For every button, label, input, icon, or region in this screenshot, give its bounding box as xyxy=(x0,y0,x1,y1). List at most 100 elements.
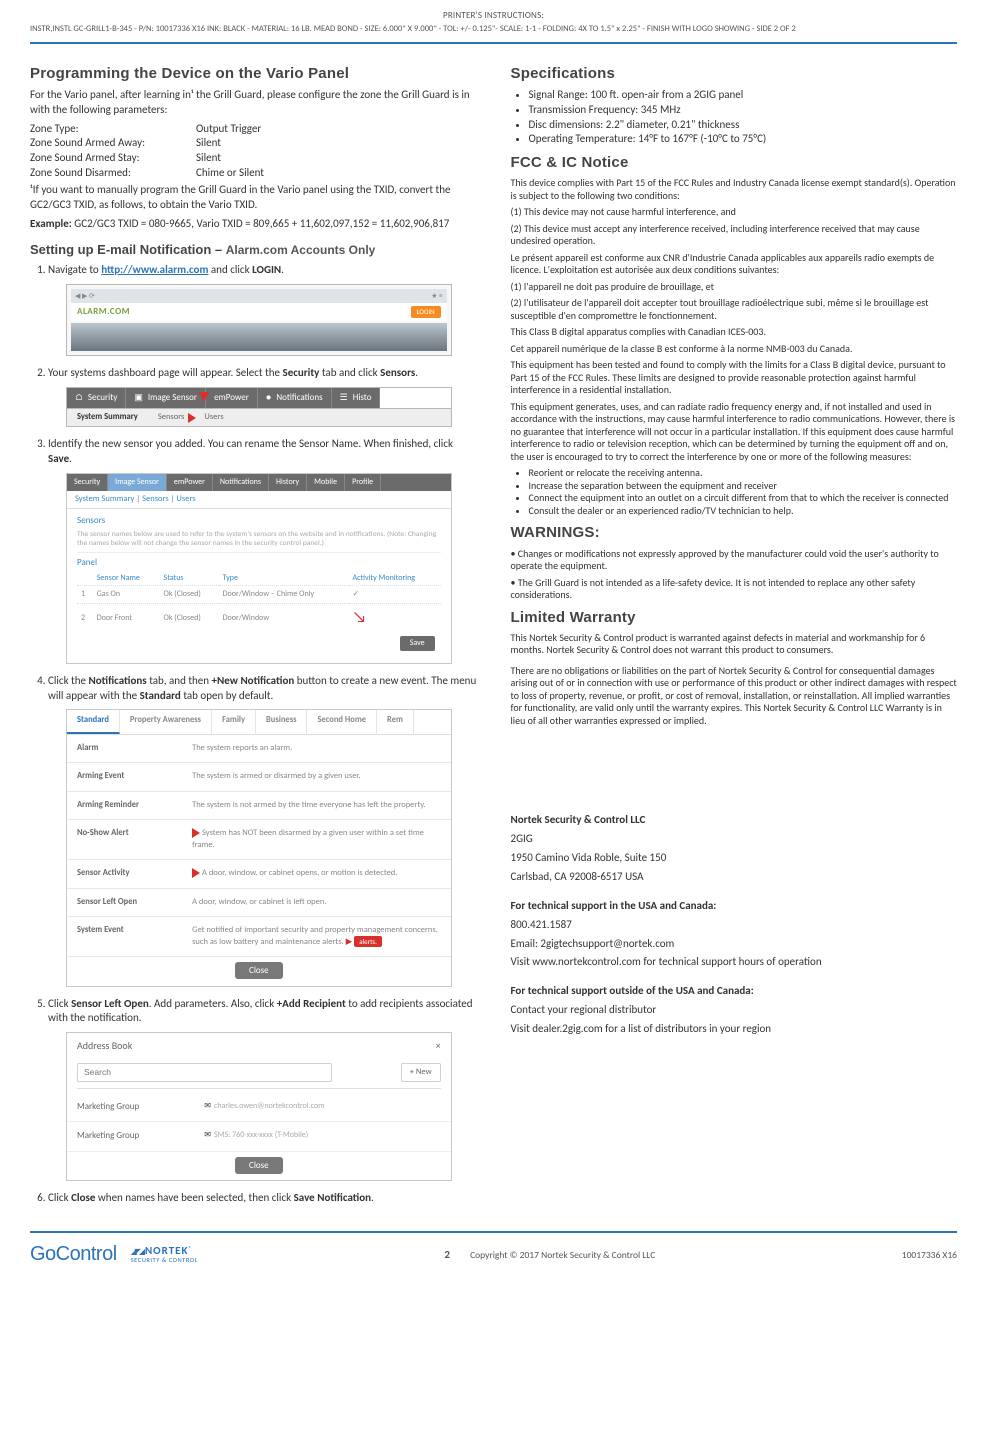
step-5: Click Sensor Left Open. Add parameters. … xyxy=(48,997,477,1181)
sensors-table: Sensor Name Status Type Activity Monitor… xyxy=(77,571,441,632)
company-line: Carlsbad, CA 92008-6517 USA xyxy=(511,870,958,885)
tab[interactable]: Notifications xyxy=(213,474,269,491)
step-1: Navigate to http://www.alarm.com and cli… xyxy=(48,263,477,356)
red-arrow-icon xyxy=(199,392,209,402)
tab-empower[interactable]: emPower xyxy=(206,388,258,408)
left-column: Programming the Device on the Vario Pane… xyxy=(30,58,477,1216)
tab[interactable]: Profile xyxy=(345,474,381,491)
home-icon xyxy=(75,392,85,404)
body-text: • The Grill Guard is not intended as a l… xyxy=(511,577,958,602)
search-input[interactable] xyxy=(77,1063,332,1082)
browser-bar: ◀ ▶ ⟳★ ≡ xyxy=(71,289,447,303)
notif-row[interactable]: System EventGet notified of important se… xyxy=(67,917,451,957)
body-text: • Changes or modifications not expressly… xyxy=(511,548,958,573)
body-text: This device complies with Part 15 of the… xyxy=(511,177,958,202)
notif-row[interactable]: Sensor Left OpenA door, window, or cabin… xyxy=(67,889,451,917)
support-line: Visit www.nortekcontrol.com for technica… xyxy=(511,955,958,970)
copyright: Copyright © 2017 Nortek Security & Contr… xyxy=(470,1249,655,1261)
heading-warnings: WARNINGS: xyxy=(511,523,958,543)
addr-entry[interactable]: Marketing Group SMS: 760-xxx-xxxx (T-Mob… xyxy=(67,1122,451,1151)
tab[interactable]: Rem xyxy=(377,710,414,733)
heading-warranty: Limited Warranty xyxy=(511,608,958,628)
tab-history[interactable]: Histo xyxy=(332,388,381,408)
list-item: Consult the dealer or an experienced rad… xyxy=(529,505,958,518)
support-line: Email: 2gigtechsupport@nortek.com xyxy=(511,937,958,952)
tab[interactable]: Second Home xyxy=(307,710,377,733)
alarm-logo: ALARM.COM xyxy=(77,306,130,318)
figure-login: ◀ ▶ ⟳★ ≡ ALARM.COM LOGIN xyxy=(66,284,452,356)
section-title: Sensors xyxy=(77,515,441,527)
alarm-header: ALARM.COM LOGIN xyxy=(71,303,447,321)
zone-row-val: Output Trigger xyxy=(196,122,261,137)
panel-tabbar: Security Image Sensor emPower Notificati… xyxy=(67,474,451,491)
login-button[interactable]: LOGIN xyxy=(411,306,441,317)
alarm-link[interactable]: http://www.alarm.com xyxy=(101,263,208,276)
tab-notifications[interactable]: Notifications xyxy=(258,388,332,408)
figure-sensors-panel: Security Image Sensor emPower Notificati… xyxy=(66,473,452,664)
heading-email: Setting up E-mail Notification – Alarm.c… xyxy=(30,241,477,259)
sms-icon xyxy=(204,1130,214,1140)
notif-row[interactable]: Arming EventThe system is armed or disar… xyxy=(67,763,451,791)
close-button-wrap: Close xyxy=(67,957,451,985)
panel-subnav: System Summary | Sensors | Users xyxy=(67,491,451,509)
mail-icon xyxy=(204,1101,214,1111)
top-divider xyxy=(30,42,957,44)
save-button[interactable]: Save xyxy=(400,636,435,651)
steps-list: Navigate to http://www.alarm.com and cli… xyxy=(30,263,477,1205)
tab[interactable]: Security xyxy=(67,474,108,491)
body-text: (2) This device must accept any interfer… xyxy=(511,223,958,248)
tab-standard[interactable]: Standard xyxy=(67,710,120,733)
body-text: (1) l'appareil ne doit pas produire de b… xyxy=(511,281,958,294)
notif-tabs: Standard Property Awareness Family Busin… xyxy=(67,710,451,734)
new-button[interactable]: + New xyxy=(401,1063,441,1082)
close-button[interactable]: Close xyxy=(235,1157,283,1174)
figure-notifications: Standard Property Awareness Family Busin… xyxy=(66,709,452,986)
body-text: (2) l'utilisateur de l'appareil doit acc… xyxy=(511,297,958,322)
tab[interactable]: Business xyxy=(256,710,307,733)
gocontrol-logo: GoControl xyxy=(30,1241,117,1268)
support-line: Visit dealer.2gig.com for a list of dist… xyxy=(511,1022,958,1037)
notif-row[interactable]: No-Show Alert System has NOT been disarm… xyxy=(67,820,451,860)
subtab-users[interactable]: Users xyxy=(194,409,233,426)
panel-header: Address Book × xyxy=(67,1033,451,1059)
printer-header-line1: PRINTER'S INSTRUCTIONS: xyxy=(30,10,957,22)
close-icon[interactable]: × xyxy=(436,1039,441,1053)
body-text: There are no obligations or liabilities … xyxy=(511,665,958,728)
zone-row-key: Zone Sound Armed Stay: xyxy=(30,151,190,166)
figure-subtabs: System Summary Sensors Users xyxy=(66,409,452,427)
table-row: 2Door FrontOk (Closed)Door/Window↘ xyxy=(77,604,441,632)
zone-row-val: Chime or Silent xyxy=(196,166,264,181)
col-header: Status xyxy=(160,571,219,586)
body-text: Cet appareil numérique de la classe B es… xyxy=(511,343,958,356)
footer-center: 2 Copyright © 2017 Nortek Security & Con… xyxy=(444,1248,655,1263)
tab-security[interactable]: Security xyxy=(67,388,126,408)
notif-row[interactable]: Arming ReminderThe system is not armed b… xyxy=(67,792,451,820)
body-text: This equipment has been tested and found… xyxy=(511,359,958,397)
step-6: Click Close when names have been selecte… xyxy=(48,1191,477,1206)
tab[interactable]: Image Sensor xyxy=(108,474,167,491)
tab[interactable]: Mobile xyxy=(307,474,345,491)
tab-image-sensor[interactable]: Image Sensor xyxy=(126,388,206,408)
footnote: ¹If you want to manually program the Gri… xyxy=(30,183,477,213)
tab[interactable]: Family xyxy=(212,710,256,733)
support-heading: For technical support in the USA and Can… xyxy=(511,899,958,914)
addr-entry[interactable]: Marketing Group charles.owen@nortekcontr… xyxy=(67,1093,451,1122)
hero-image-strip xyxy=(71,323,447,351)
notif-row[interactable]: Sensor Activity A door, window, or cabin… xyxy=(67,860,451,889)
heading-programming: Programming the Device on the Vario Pane… xyxy=(30,64,477,84)
tab[interactable]: Property Awareness xyxy=(120,710,212,733)
support-heading: For technical support outside of the USA… xyxy=(511,984,958,999)
close-button[interactable]: Close xyxy=(235,962,283,979)
notif-row[interactable]: AlarmThe system reports an alarm. xyxy=(67,735,451,763)
tab[interactable]: emPower xyxy=(167,474,213,491)
support-line: Contact your regional distributor xyxy=(511,1003,958,1018)
example-line: Example: GC2/GC3 TXID = 080-9665, Vario … xyxy=(30,217,477,232)
list-icon xyxy=(340,392,350,404)
panel-title: Address Book xyxy=(77,1039,132,1053)
tab[interactable]: History xyxy=(269,474,307,491)
col-header: Type xyxy=(219,571,349,586)
body-text: This equipment generates, uses, and can … xyxy=(511,401,958,464)
col-header: Activity Monitoring xyxy=(349,571,441,586)
subtab-summary[interactable]: System Summary xyxy=(67,409,148,426)
zone-row-val: Silent xyxy=(196,151,221,166)
